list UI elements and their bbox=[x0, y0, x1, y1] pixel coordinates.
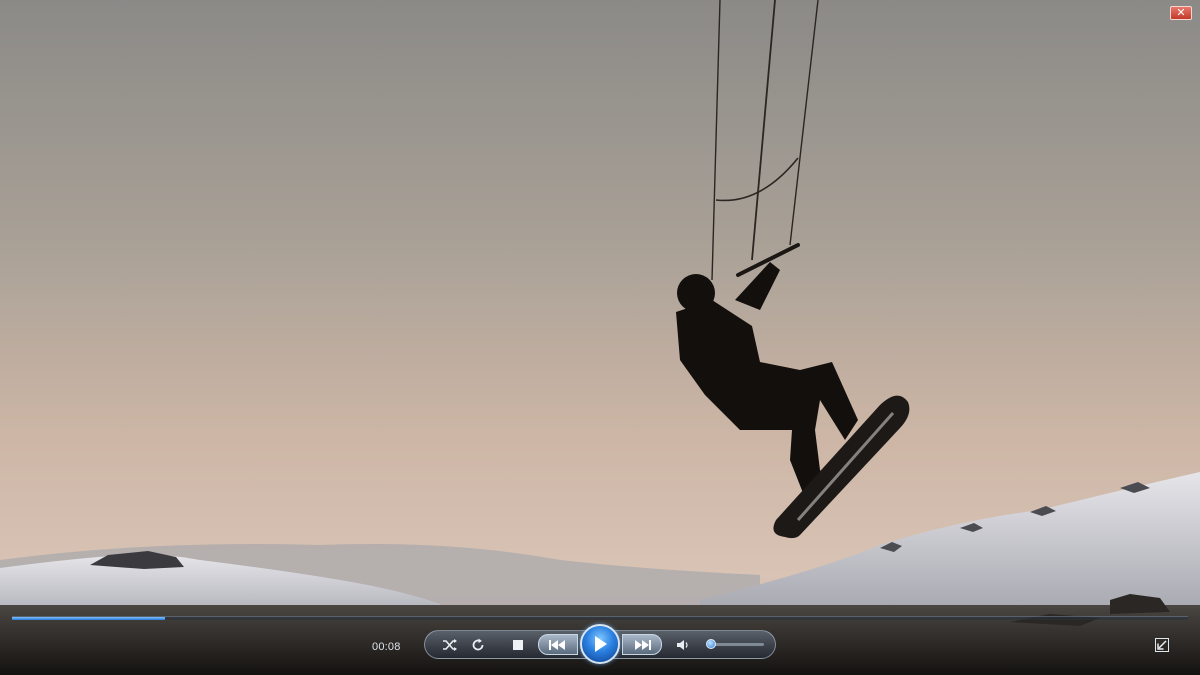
elapsed-time: 00:08 bbox=[372, 641, 401, 653]
repeat-icon bbox=[472, 638, 484, 651]
mute-button[interactable] bbox=[674, 636, 692, 654]
close-button[interactable]: ✕ bbox=[1170, 6, 1192, 20]
exit-fullscreen-icon bbox=[1157, 640, 1167, 650]
video-display[interactable] bbox=[0, 0, 1200, 675]
shuffle-button[interactable] bbox=[440, 636, 460, 654]
previous-button[interactable] bbox=[538, 634, 578, 655]
play-icon bbox=[595, 636, 607, 652]
previous-icon bbox=[549, 639, 565, 650]
seek-progress-fill bbox=[12, 617, 165, 620]
shuffle-icon bbox=[443, 639, 457, 651]
stop-button[interactable] bbox=[508, 636, 528, 654]
close-icon: ✕ bbox=[1176, 6, 1186, 19]
volume-slider-thumb[interactable] bbox=[706, 639, 716, 649]
video-frame bbox=[0, 0, 1200, 675]
switch-to-library-button[interactable] bbox=[1155, 638, 1169, 652]
stop-icon bbox=[513, 640, 523, 650]
play-button[interactable] bbox=[580, 624, 620, 664]
next-icon bbox=[635, 639, 651, 650]
next-button[interactable] bbox=[622, 634, 662, 655]
repeat-button[interactable] bbox=[468, 636, 488, 654]
speaker-icon bbox=[677, 640, 688, 650]
seek-bar[interactable] bbox=[12, 616, 1188, 620]
playback-controls: 00:08 bbox=[0, 622, 1200, 675]
volume-slider[interactable] bbox=[708, 643, 764, 646]
